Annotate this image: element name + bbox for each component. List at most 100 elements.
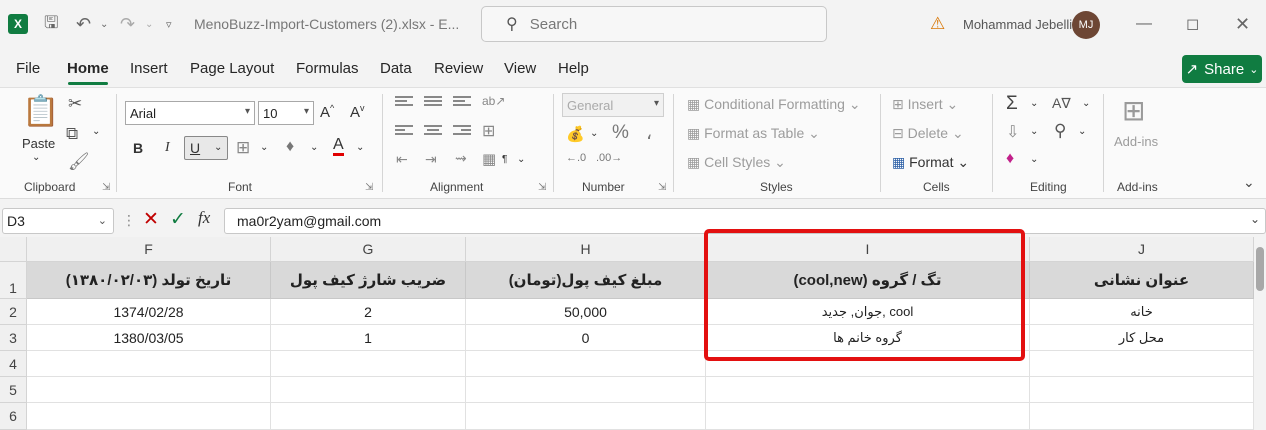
share-button[interactable]: ↗ Share ⌄ [1182, 55, 1262, 83]
tab-help[interactable]: Help [558, 60, 589, 77]
decrease-indent-icon[interactable]: ⇤ [396, 151, 408, 168]
cell-g6[interactable] [271, 403, 466, 430]
cell-j4[interactable] [1030, 351, 1254, 377]
cell-i4[interactable] [706, 351, 1030, 377]
close-icon[interactable]: ✕ [1235, 0, 1250, 48]
orientation-icon[interactable]: ab↗ [482, 94, 505, 108]
user-name[interactable]: Mohammad Jebelli [963, 0, 1072, 48]
more-options-icon[interactable]: ⋮ [122, 212, 136, 229]
cell-g1[interactable]: ضریب شارژ کیف پول [271, 262, 466, 299]
merge-dropdown-icon[interactable]: ⌄ [517, 154, 525, 165]
tab-data[interactable]: Data [380, 60, 412, 77]
merge-center-icon[interactable]: ▦ [482, 150, 496, 168]
fill-color-dropdown-icon[interactable]: ⌄ [310, 142, 318, 153]
font-size-select[interactable]: 10 ▾ [258, 101, 314, 125]
text-direction-icon[interactable]: ⇝ [455, 150, 467, 167]
add-ins-button[interactable]: Add-ins [1114, 134, 1158, 149]
tab-review[interactable]: Review [434, 60, 483, 77]
fill-icon[interactable]: ⇩ [1006, 122, 1019, 142]
comma-style-icon[interactable]: ، [646, 122, 652, 145]
cell-h4[interactable] [466, 351, 706, 377]
middle-align-icon[interactable] [424, 96, 442, 110]
number-launcher-icon[interactable]: ⇲ [658, 182, 666, 193]
cell-g5[interactable] [271, 377, 466, 403]
row-header-3[interactable]: 3 [0, 325, 27, 351]
conditional-formatting-button[interactable]: ▦ Conditional Formatting ⌄ [687, 96, 861, 113]
add-ins-icon[interactable]: ⊞ [1122, 94, 1145, 127]
cell-g2[interactable]: 2 [271, 299, 466, 325]
cell-i3[interactable]: گروه خانم ها [706, 325, 1030, 351]
expand-formula-icon[interactable]: ⌄ [1250, 212, 1260, 226]
redo-dropdown-icon[interactable]: ⌄ [145, 0, 153, 48]
insert-function-icon[interactable]: fx [198, 208, 210, 228]
find-dropdown-icon[interactable]: ⌄ [1078, 126, 1086, 137]
save-icon[interactable]: 🖫 [44, 0, 58, 48]
cell-f3[interactable]: 1380/03/05 [27, 325, 271, 351]
underline-button[interactable]: U [190, 140, 200, 156]
paste-button[interactable]: Paste [22, 136, 55, 151]
row-header-5[interactable]: 5 [0, 377, 27, 403]
column-header-i[interactable]: I [706, 237, 1030, 262]
cell-h1[interactable]: مبلغ کیف پول(تومان) [466, 262, 706, 299]
align-right-icon[interactable] [453, 125, 471, 139]
redo-icon[interactable]: ↷ [120, 0, 135, 48]
align-left-icon[interactable] [395, 125, 413, 139]
cut-icon[interactable]: ✂ [68, 94, 82, 114]
row-header-1[interactable]: 1 [0, 262, 27, 299]
select-all-corner[interactable] [0, 237, 27, 262]
cell-f6[interactable] [27, 403, 271, 430]
paste-icon[interactable]: 📋 [22, 94, 59, 129]
clipboard-launcher-icon[interactable]: ⇲ [102, 182, 110, 193]
cell-j6[interactable] [1030, 403, 1254, 430]
format-as-table-button[interactable]: ▦ Format as Table ⌄ [687, 125, 820, 142]
name-box[interactable]: D3 ⌄ [2, 208, 114, 234]
insert-cells-button[interactable]: ⊞ Insert ⌄ [892, 96, 958, 113]
find-select-icon[interactable]: ⚲ [1054, 121, 1066, 141]
increase-decimal-icon[interactable]: ←.0 [566, 152, 586, 164]
cancel-entry-icon[interactable]: ✕ [143, 208, 159, 231]
decrease-decimal-icon[interactable]: .00→ [596, 152, 622, 164]
cell-h3[interactable]: 0 [466, 325, 706, 351]
paragraph-icon[interactable]: ¶ [502, 154, 507, 165]
copy-dropdown-icon[interactable]: ⌄ [92, 126, 100, 137]
borders-icon[interactable]: ⊞ [236, 138, 250, 158]
increase-font-icon[interactable]: A^ [320, 103, 334, 121]
copy-icon[interactable]: ⧉ [66, 124, 78, 144]
tab-view[interactable]: View [504, 60, 536, 77]
paste-dropdown-icon[interactable]: ⌄ [32, 152, 40, 163]
minimize-icon[interactable]: — [1136, 0, 1152, 48]
font-color-icon[interactable]: A [333, 137, 344, 156]
cell-h6[interactable] [466, 403, 706, 430]
percent-icon[interactable]: % [612, 122, 629, 144]
cell-j3[interactable]: محل کار [1030, 325, 1254, 351]
warning-icon[interactable]: ⚠ [930, 0, 945, 48]
cell-f4[interactable] [27, 351, 271, 377]
tab-insert[interactable]: Insert [130, 60, 168, 77]
search-box[interactable]: ⚲ Search [481, 6, 827, 42]
customize-toolbar-icon[interactable]: ▿ [166, 0, 172, 48]
fill-dropdown-icon[interactable]: ⌄ [1030, 126, 1038, 137]
worksheet-grid[interactable]: F G H I J 1 2 3 4 5 6 تاریخ تولد (۱۳۸۰/۰… [0, 237, 1266, 430]
cell-h2[interactable]: 50,000 [466, 299, 706, 325]
cell-h5[interactable] [466, 377, 706, 403]
increase-indent-icon[interactable]: ⇥ [425, 151, 437, 168]
avatar[interactable]: MJ [1072, 11, 1100, 39]
autosum-dropdown-icon[interactable]: ⌄ [1030, 98, 1038, 109]
format-painter-icon[interactable]: 🖌 [68, 152, 90, 172]
bold-button[interactable]: B [133, 140, 143, 156]
font-color-dropdown-icon[interactable]: ⌄ [356, 142, 364, 153]
bottom-align-icon[interactable] [453, 96, 471, 110]
clear-dropdown-icon[interactable]: ⌄ [1030, 154, 1038, 165]
cell-g3[interactable]: 1 [271, 325, 466, 351]
cell-i5[interactable] [706, 377, 1030, 403]
cell-i2[interactable]: cool ,جوان, جدید [706, 299, 1030, 325]
cell-j1[interactable]: عنوان نشانی [1030, 262, 1254, 299]
italic-button[interactable]: I [165, 140, 170, 156]
sort-filter-icon[interactable]: A∇ [1052, 95, 1071, 112]
maximize-icon[interactable]: ◻ [1186, 0, 1199, 48]
tab-formulas[interactable]: Formulas [296, 60, 359, 77]
column-header-g[interactable]: G [271, 237, 466, 262]
cell-f2[interactable]: 1374/02/28 [27, 299, 271, 325]
column-header-h[interactable]: H [466, 237, 706, 262]
clear-icon[interactable]: ♦ [1006, 150, 1014, 168]
